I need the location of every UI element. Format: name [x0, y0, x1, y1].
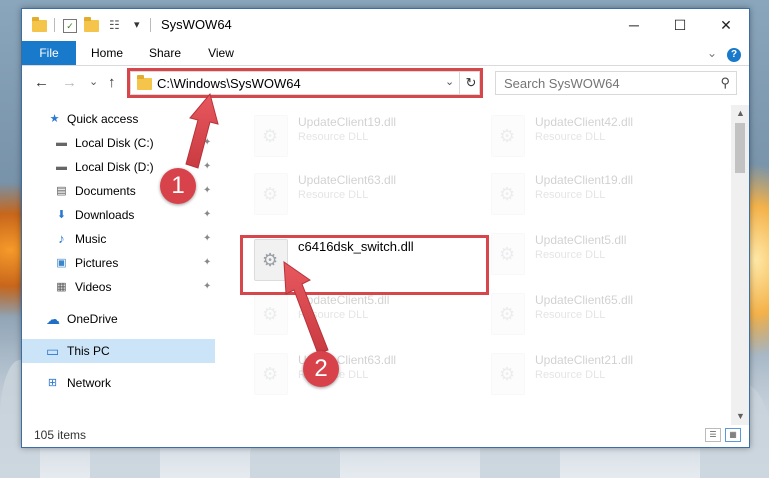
callout-1: 1 — [160, 168, 196, 204]
arrow-to-address-bar — [185, 92, 219, 169]
arrow-to-file — [283, 261, 329, 355]
callout-2: 2 — [303, 351, 339, 387]
annotation-arrows — [185, 92, 329, 355]
